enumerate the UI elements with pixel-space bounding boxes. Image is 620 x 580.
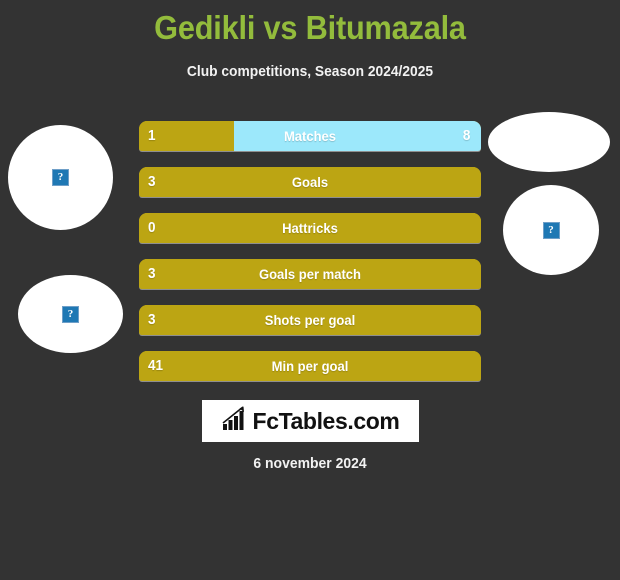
stat-bar-value-right: 8: [462, 127, 470, 144]
stat-bar-label: Shots per goal: [264, 312, 356, 328]
stat-bar-row: 41 Min per goal: [139, 351, 481, 381]
page-subtitle: Club competitions, Season 2024/2025: [186, 63, 434, 80]
stat-bar-label: Min per goal: [271, 358, 349, 374]
avatar-player-left-top: ?: [8, 125, 113, 230]
comparison-infographic: Gedikli vs Bitumazala Club competitions,…: [0, 0, 620, 580]
avatar-player-left-bottom: ?: [18, 275, 123, 353]
page-title: Gedikli vs Bitumazala: [154, 9, 466, 46]
broken-image-icon: ?: [52, 169, 69, 186]
stat-bar-row: 3 Goals: [139, 167, 481, 197]
stat-bar-row: 0 Hattricks: [139, 213, 481, 243]
avatar-player-right-bottom: ?: [503, 185, 599, 275]
fctables-logo-text: FcTables.com: [252, 407, 400, 434]
avatar-player-right-top: ?: [488, 112, 610, 172]
stat-bar-row: 3 Shots per goal: [139, 305, 481, 335]
stat-bar-row: 1 Matches 8: [139, 121, 481, 151]
broken-image-icon: ?: [542, 221, 560, 239]
stat-bar-label: Goals per match: [258, 266, 362, 282]
bar-chart-growth-icon: [222, 406, 249, 436]
stat-bar-label: Goals: [291, 174, 329, 190]
broken-image-icon: ?: [62, 305, 79, 323]
stat-bar-label: Matches: [283, 128, 337, 144]
stat-bar-row: 3 Goals per match: [139, 259, 481, 289]
stat-bar-label: Hattricks: [282, 220, 338, 236]
fctables-logo[interactable]: FcTables.com: [202, 400, 419, 442]
stat-bars-list: 1 Matches 8 3 Goals 0 Hattricks 3 Goals per matc…: [139, 121, 481, 397]
generated-date: 6 november 2024: [253, 455, 367, 472]
